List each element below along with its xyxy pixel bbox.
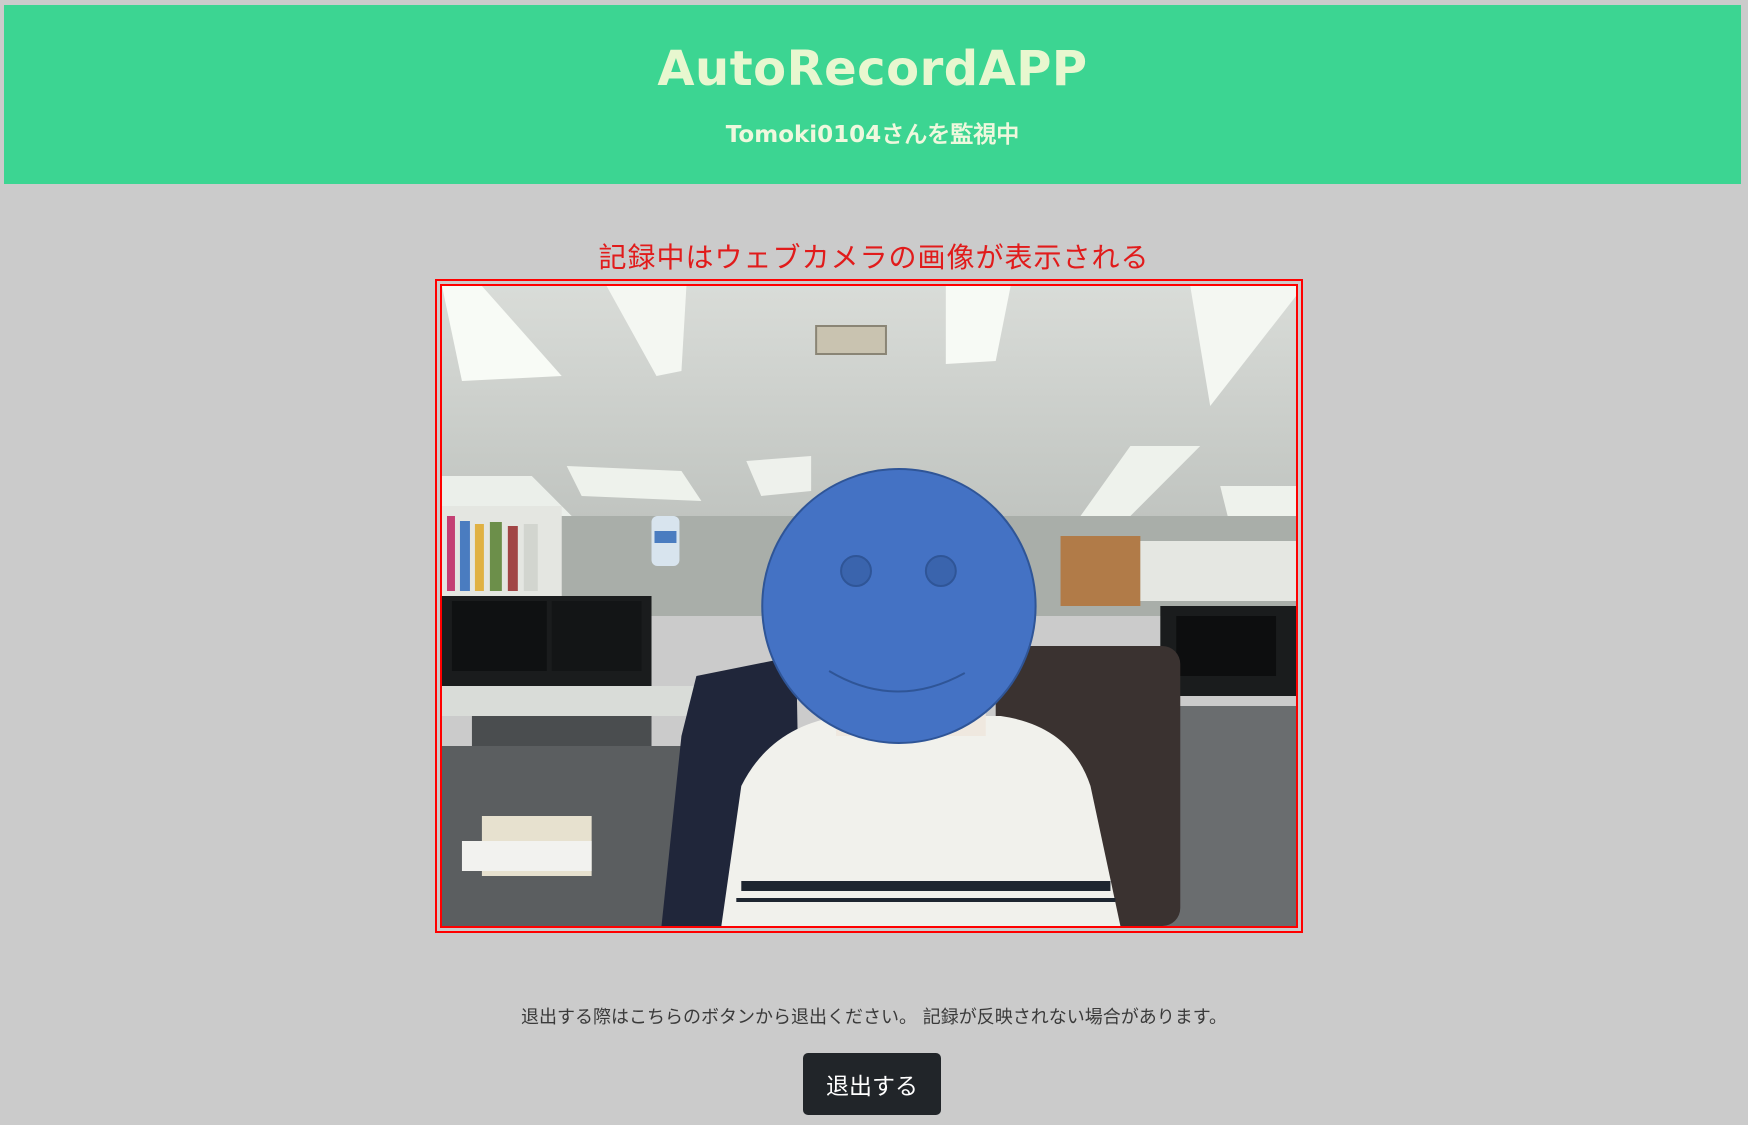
exit-button[interactable]: 退出する	[803, 1053, 941, 1115]
app-header: AutoRecordAPP Tomoki0104さんを監視中	[4, 5, 1741, 184]
smiley-face-icon	[761, 468, 1037, 744]
webcam-frame	[435, 279, 1303, 933]
monitoring-status: Tomoki0104さんを監視中	[725, 122, 1020, 148]
exit-notice: 退出する際はこちらのボタンから退出ください。 記録が反映されない場合があります。	[521, 1007, 1227, 1028]
page: AutoRecordAPP Tomoki0104さんを監視中 記録中はウェブカメ…	[0, 0, 1748, 1125]
webcam-feed	[440, 284, 1298, 928]
camera-caption: 記録中はウェブカメラの画像が表示される	[598, 241, 1150, 274]
app-title: AutoRecordAPP	[657, 41, 1088, 97]
webcam-image	[442, 286, 1296, 926]
